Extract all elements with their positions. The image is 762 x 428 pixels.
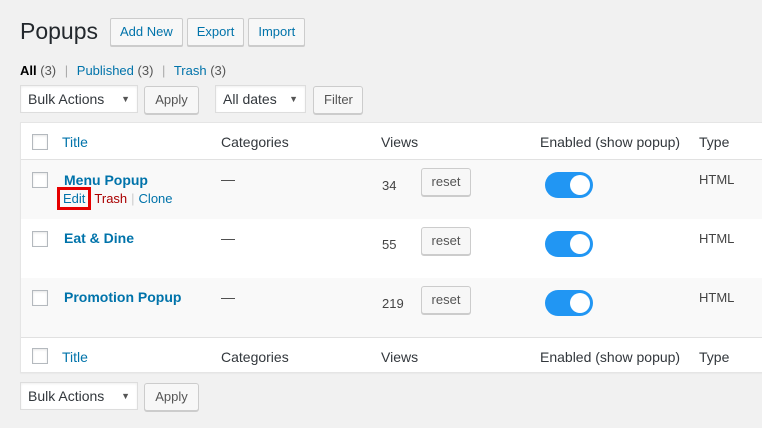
filter-button[interactable]: Filter — [313, 86, 363, 114]
bulk-actions-select-bottom[interactable]: Bulk Actions ▼ — [20, 382, 138, 410]
filter-separator: | — [162, 63, 166, 78]
table-row: Menu Popup Edit Trash | Clone — 34 reset HT… — [21, 160, 762, 219]
filter-published[interactable]: Published — [77, 63, 134, 78]
type-cell: HTML — [699, 172, 735, 187]
enabled-toggle[interactable] — [545, 172, 593, 198]
enabled-toggle[interactable] — [545, 231, 593, 257]
row-checkbox[interactable] — [32, 172, 48, 188]
views-count: 219 — [382, 296, 404, 311]
apply-button-bottom[interactable]: Apply — [144, 383, 199, 411]
table-footer-row: Title Categories Views Enabled (show pop… — [21, 337, 762, 374]
add-new-button[interactable]: Add New — [110, 17, 183, 46]
reset-views-button[interactable]: reset — [421, 168, 471, 196]
table-header-row: Title Categories Views Enabled (show pop… — [21, 123, 762, 160]
categories-cell: — — [221, 230, 235, 246]
column-title-sort-footer[interactable]: Title — [62, 349, 88, 365]
table-row: Eat & Dine — 55 reset HTML — [21, 219, 762, 278]
popup-title-link[interactable]: Promotion Popup — [64, 289, 181, 305]
toggle-knob — [570, 234, 590, 254]
date-filter-value: All dates — [223, 91, 277, 107]
column-type-footer: Type — [699, 349, 730, 365]
edit-link[interactable]: Edit — [57, 187, 92, 210]
chevron-down-icon: ▼ — [121, 94, 130, 104]
column-categories-footer: Categories — [221, 349, 289, 365]
clone-link[interactable]: Clone — [139, 191, 173, 206]
views-count: 34 — [382, 178, 397, 193]
trash-link[interactable]: Trash — [94, 191, 127, 206]
row-action-separator: | — [131, 191, 135, 206]
table-row: Promotion Popup — 219 reset HTML — [21, 278, 762, 337]
enabled-toggle[interactable] — [545, 290, 593, 316]
export-button[interactable]: Export — [186, 17, 245, 46]
popup-title-link[interactable]: Menu Popup — [64, 172, 148, 188]
column-categories: Categories — [221, 134, 289, 150]
page-heading: Popups Add New Export Import — [20, 17, 306, 46]
toggle-knob — [570, 175, 590, 195]
row-actions: Edit Trash | Clone — [57, 187, 173, 210]
categories-cell: — — [221, 171, 235, 187]
column-views: Views — [381, 134, 419, 150]
popups-table: Title Categories Views Enabled (show pop… — [20, 122, 762, 373]
filter-trash[interactable]: Trash — [174, 63, 207, 78]
select-all-checkbox[interactable] — [32, 134, 48, 150]
column-enabled-footer: Enabled (show popup) — [540, 349, 681, 365]
status-filters: All (3) | Published (3) | Trash (3) — [20, 63, 226, 78]
select-all-checkbox-footer[interactable] — [32, 348, 48, 364]
column-type: Type — [699, 134, 730, 150]
apply-button-top[interactable]: Apply — [144, 86, 199, 114]
filter-all[interactable]: All — [20, 63, 37, 78]
bulk-actions-select-top[interactable]: Bulk Actions ▼ — [20, 85, 138, 113]
row-checkbox[interactable] — [32, 290, 48, 306]
column-views-footer: Views — [381, 349, 419, 365]
column-enabled: Enabled (show popup) — [540, 134, 681, 150]
popup-title-link[interactable]: Eat & Dine — [64, 230, 134, 246]
toggle-knob — [570, 293, 590, 313]
date-filter-select[interactable]: All dates ▼ — [215, 85, 306, 113]
filter-separator: | — [64, 63, 69, 78]
categories-cell: — — [221, 289, 235, 305]
bulk-actions-value: Bulk Actions — [28, 91, 105, 107]
bulk-actions-value: Bulk Actions — [28, 388, 105, 404]
column-title-sort[interactable]: Title — [62, 134, 88, 150]
reset-views-button[interactable]: reset — [421, 286, 471, 314]
filter-trash-count: (3) — [210, 63, 227, 78]
views-count: 55 — [382, 237, 397, 252]
chevron-down-icon: ▼ — [289, 94, 298, 104]
row-checkbox[interactable] — [32, 231, 48, 247]
reset-views-button[interactable]: reset — [421, 227, 471, 255]
page-title: Popups — [20, 18, 99, 44]
import-button[interactable]: Import — [248, 17, 306, 46]
filter-published-count: (3) — [137, 63, 154, 78]
type-cell: HTML — [699, 231, 735, 246]
type-cell: HTML — [699, 290, 735, 305]
filter-all-count: (3) — [40, 63, 57, 78]
chevron-down-icon: ▼ — [121, 391, 130, 401]
